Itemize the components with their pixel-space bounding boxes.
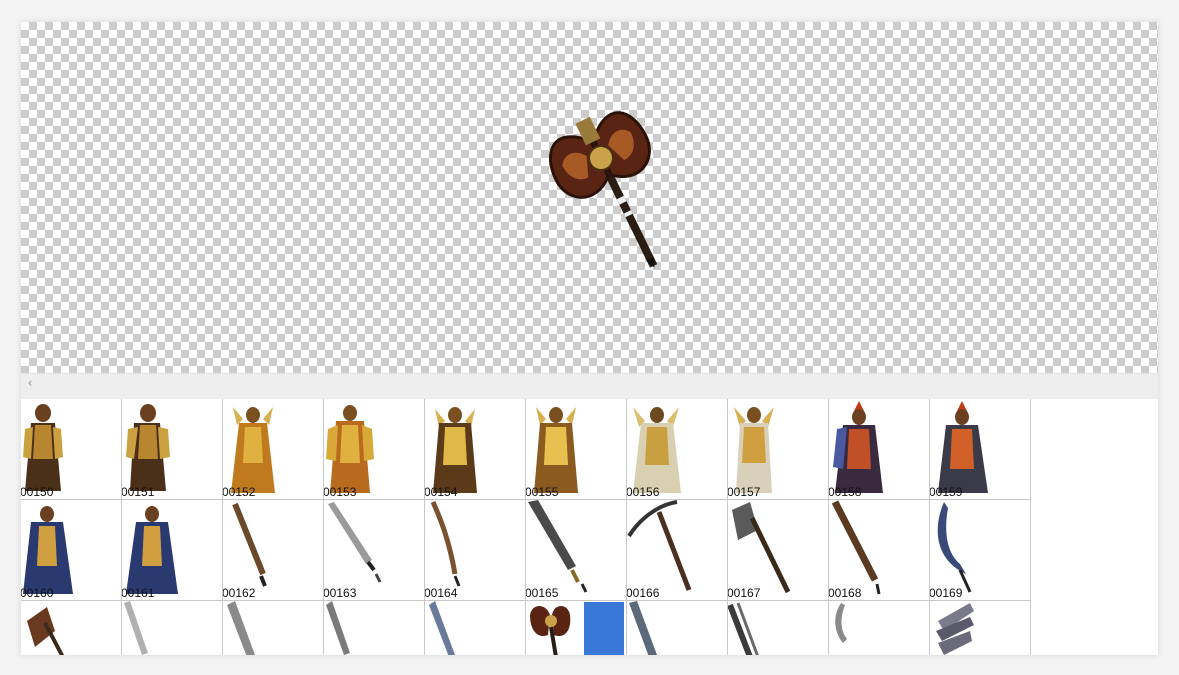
frame-cell[interactable]: 00151 bbox=[122, 399, 223, 500]
character-sprite bbox=[938, 401, 988, 493]
scythe-sprite bbox=[937, 502, 972, 593]
frame-label: 00153 bbox=[324, 485, 357, 499]
frame-label: 00161 bbox=[122, 586, 155, 600]
blade-sprite bbox=[629, 601, 657, 655]
frame-cell[interactable]: 00168 bbox=[829, 500, 930, 601]
frame-label: 00166 bbox=[627, 586, 660, 600]
frame-label: 00156 bbox=[627, 485, 660, 499]
blade-sprite bbox=[936, 603, 974, 655]
axe-sprite bbox=[732, 502, 791, 594]
frame-label: 00151 bbox=[122, 485, 155, 499]
blade-sprite bbox=[227, 601, 255, 655]
frame-label: 00159 bbox=[930, 485, 963, 499]
frame-label: 00167 bbox=[728, 586, 761, 600]
sword-sprite bbox=[430, 500, 461, 587]
frame-cell[interactable]: 00162 bbox=[223, 500, 324, 601]
frame-label: 00168 bbox=[829, 586, 862, 600]
frame-cell[interactable]: 00153 bbox=[324, 399, 425, 500]
blade-sprite bbox=[326, 601, 350, 655]
frame-label: 00164 bbox=[425, 586, 458, 600]
frame-cell[interactable]: 00154 bbox=[425, 399, 526, 500]
frame-cell[interactable] bbox=[728, 601, 829, 655]
blade-sprite bbox=[124, 601, 148, 655]
sword-sprite bbox=[528, 500, 588, 593]
character-sprite bbox=[833, 401, 883, 493]
frame-cell[interactable]: 00159 bbox=[930, 399, 1031, 500]
weapon-sprite bbox=[728, 602, 759, 655]
frame-cell[interactable]: 00158 bbox=[829, 399, 930, 500]
frame-cell[interactable]: 00161 bbox=[122, 500, 223, 601]
frame-cell[interactable]: 00155 bbox=[526, 399, 627, 500]
horizontal-scrollbar[interactable]: ‹ bbox=[21, 373, 1158, 400]
frame-label: 00160 bbox=[21, 586, 54, 600]
frame-cell[interactable] bbox=[829, 601, 930, 655]
frame-cell[interactable]: 00163 bbox=[324, 500, 425, 601]
frame-cell[interactable] bbox=[930, 601, 1031, 655]
preview-canvas bbox=[21, 22, 1158, 373]
frame-cell[interactable] bbox=[21, 601, 122, 655]
frame-cell[interactable] bbox=[223, 601, 324, 655]
hook-sprite bbox=[835, 603, 847, 643]
frame-cell[interactable]: 00167 bbox=[728, 500, 829, 601]
frame-cell[interactable] bbox=[122, 601, 223, 655]
sprite-viewer-window: ‹ 00150 00151 00152 00153 00154 00155 00… bbox=[21, 22, 1158, 655]
character-sprite bbox=[534, 407, 578, 493]
frame-cell[interactable] bbox=[324, 601, 425, 655]
frame-cell[interactable]: 00157 bbox=[728, 399, 829, 500]
frame-cell[interactable]: 00164 bbox=[425, 500, 526, 601]
scroll-left-arrow-icon[interactable]: ‹ bbox=[23, 374, 37, 394]
frame-cell[interactable]: 00150 bbox=[21, 399, 122, 500]
character-sprite bbox=[734, 407, 774, 493]
character-sprite bbox=[326, 405, 374, 493]
frame-cell[interactable]: 00156 bbox=[627, 399, 728, 500]
frame-cell[interactable]: 00166 bbox=[627, 500, 728, 601]
character-sprite bbox=[23, 404, 63, 491]
frame-cell[interactable] bbox=[425, 601, 526, 655]
frame-label: 00165 bbox=[526, 586, 559, 600]
character-sprite bbox=[126, 404, 170, 491]
frame-label: 00154 bbox=[425, 485, 458, 499]
frame-cell[interactable]: 00169 bbox=[930, 500, 1031, 601]
blade-sprite bbox=[429, 601, 455, 655]
frame-label: 00158 bbox=[829, 485, 862, 499]
frame-cell[interactable]: 00160 bbox=[21, 500, 122, 601]
selection-highlight bbox=[584, 602, 624, 655]
character-sprite bbox=[231, 407, 275, 493]
frame-cell[interactable] bbox=[627, 601, 728, 655]
sword-sprite bbox=[232, 502, 267, 587]
frame-label: 00155 bbox=[526, 485, 559, 499]
pickaxe-sprite bbox=[627, 500, 692, 591]
frame-label: 00157 bbox=[728, 485, 761, 499]
frame-cell[interactable]: 00152 bbox=[223, 399, 324, 500]
character-sprite bbox=[433, 407, 477, 493]
frame-label: 00163 bbox=[324, 586, 357, 600]
weapon-sprite bbox=[27, 607, 65, 655]
sword-sprite bbox=[328, 502, 382, 583]
frame-label: 00150 bbox=[21, 485, 54, 499]
frame-grid: 00150 00151 00152 00153 00154 00155 0015… bbox=[21, 399, 1158, 655]
frame-label: 00152 bbox=[223, 485, 256, 499]
frame-label: 00162 bbox=[223, 586, 256, 600]
frame-cell[interactable]: 00165 bbox=[526, 500, 627, 601]
character-sprite bbox=[633, 407, 681, 493]
frame-label: 00169 bbox=[930, 586, 963, 600]
character-sprite bbox=[126, 506, 178, 594]
double-axe-sprite bbox=[548, 111, 658, 268]
character-sprite bbox=[23, 506, 73, 594]
club-sprite bbox=[831, 500, 881, 595]
